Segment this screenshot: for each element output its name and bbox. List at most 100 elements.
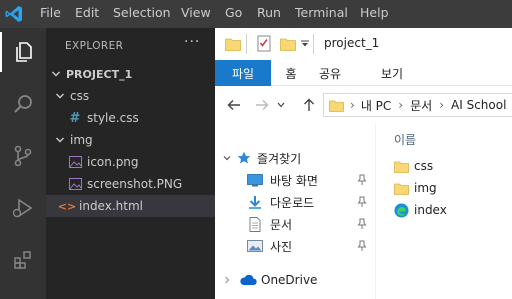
titlebar-divider xyxy=(313,34,314,54)
source-control-icon xyxy=(14,145,32,167)
pin-icon[interactable] xyxy=(356,218,368,230)
menu-view[interactable]: View xyxy=(181,5,211,20)
more-actions-button[interactable]: ··· xyxy=(184,34,200,50)
edge-browser-icon xyxy=(394,203,409,217)
vscode-menubar: File Edit Selection View Go Run Terminal… xyxy=(0,0,512,28)
desktop-icon xyxy=(247,173,263,186)
back-arrow-icon[interactable] xyxy=(227,99,241,111)
project-root[interactable]: PROJECT_1 xyxy=(46,63,215,85)
breadcrumb-chevron-icon: › xyxy=(439,98,445,112)
tree-item-label: css xyxy=(70,89,90,103)
extensions-icon xyxy=(14,251,31,269)
file-row-img[interactable]: img xyxy=(394,177,437,199)
vscode-logo-icon xyxy=(5,6,22,22)
folder-icon xyxy=(225,38,241,51)
tab-home[interactable]: 홈 xyxy=(277,60,305,86)
tab-share[interactable]: 공유 xyxy=(313,60,347,86)
activity-run-debug[interactable] xyxy=(0,188,46,228)
tree-item-label: screenshot.PNG xyxy=(87,177,183,191)
file-row-css[interactable]: css xyxy=(394,155,433,177)
tree-item-index-html[interactable]: <> index.html xyxy=(46,195,215,217)
nav-label: 바탕 화면 xyxy=(270,173,318,188)
image-file-icon xyxy=(68,177,82,191)
nav-label: 즐겨찾기 xyxy=(257,151,302,166)
file-name: css xyxy=(414,159,434,173)
cloud-icon xyxy=(240,274,257,285)
pin-icon[interactable] xyxy=(356,174,368,186)
tree-item-label: index.html xyxy=(79,199,143,213)
quick-access-dropdown-icon[interactable] xyxy=(301,40,309,48)
image-file-icon xyxy=(68,155,82,169)
nav-documents[interactable]: 문서 xyxy=(247,213,292,235)
forward-arrow-icon[interactable] xyxy=(255,99,269,111)
breadcrumb-chevron-icon: › xyxy=(350,98,355,112)
project-name: PROJECT_1 xyxy=(66,67,133,81)
column-header-name[interactable]: 이름 xyxy=(394,131,416,148)
breadcrumb-item[interactable]: 문서 xyxy=(410,97,432,114)
document-icon xyxy=(249,216,261,232)
tree-item-css[interactable]: css xyxy=(46,85,215,107)
windows-file-explorer: project_1 파일 홈 공유 보기 › 내 PC › 문서 › AI Sc… xyxy=(215,28,512,299)
folder-icon xyxy=(329,100,344,112)
activity-search[interactable] xyxy=(0,84,46,124)
html-file-icon: <> xyxy=(57,199,77,213)
activity-extensions[interactable] xyxy=(0,240,46,280)
up-arrow-icon[interactable] xyxy=(303,98,315,112)
menu-selection[interactable]: Selection xyxy=(113,5,171,20)
css-file-icon: # xyxy=(69,110,81,126)
nav-pictures[interactable]: 사진 xyxy=(247,235,292,257)
breadcrumb-chevron-icon: › xyxy=(398,98,404,112)
files-icon xyxy=(16,42,32,62)
explorer-title: EXPLORER xyxy=(65,40,124,52)
nav-desktop[interactable]: 바탕 화면 xyxy=(247,169,318,191)
properties-icon[interactable] xyxy=(257,35,271,52)
tree-item-label: icon.png xyxy=(87,155,139,169)
menu-help[interactable]: Help xyxy=(360,5,389,20)
titlebar-divider xyxy=(246,34,247,54)
file-name: img xyxy=(414,181,437,195)
folder-icon xyxy=(394,161,409,173)
menu-go[interactable]: Go xyxy=(225,5,242,20)
tree-item-label: img xyxy=(70,133,93,147)
navigation-pane: 즐겨찾기 바탕 화면 다운로드 문서 사진 OneDrive xyxy=(215,123,375,299)
chevron-right-icon xyxy=(225,276,230,284)
file-row-index[interactable]: index xyxy=(394,199,447,221)
address-bar[interactable]: › 내 PC › 문서 › AI School xyxy=(323,93,512,117)
window-title: project_1 xyxy=(324,36,380,50)
activity-source-control[interactable] xyxy=(0,136,46,176)
tab-file[interactable]: 파일 xyxy=(215,60,271,86)
breadcrumb-item[interactable]: 내 PC xyxy=(361,97,391,114)
menu-edit[interactable]: Edit xyxy=(75,5,99,20)
activity-bar xyxy=(0,28,46,299)
pin-icon[interactable] xyxy=(356,196,368,208)
tree-item-style-css[interactable]: # style.css xyxy=(46,107,215,129)
tree-item-icon-png[interactable]: icon.png xyxy=(46,151,215,173)
nav-downloads[interactable]: 다운로드 xyxy=(247,191,314,213)
activity-explorer[interactable] xyxy=(0,32,46,72)
tree-item-label: style.css xyxy=(87,111,139,125)
pin-icon[interactable] xyxy=(356,240,368,252)
address-row: › 내 PC › 문서 › AI School xyxy=(215,87,512,123)
ribbon-tabs: 파일 홈 공유 보기 xyxy=(215,60,512,86)
tree-item-screenshot-png[interactable]: screenshot.PNG xyxy=(46,173,215,195)
pictures-icon xyxy=(247,240,263,252)
breadcrumb-item[interactable]: AI School xyxy=(451,98,506,112)
menu-file[interactable]: File xyxy=(40,5,61,20)
explorer-sidebar: EXPLORER ··· PROJECT_1 css # style.css i… xyxy=(46,28,215,299)
menu-run[interactable]: Run xyxy=(257,5,281,20)
tree-item-img[interactable]: img xyxy=(46,129,215,151)
nav-onedrive[interactable]: OneDrive xyxy=(223,269,317,291)
folder-icon xyxy=(394,183,409,195)
recent-locations-icon[interactable] xyxy=(277,102,285,108)
nav-quick-access[interactable]: 즐겨찾기 xyxy=(223,147,301,169)
nav-label: 다운로드 xyxy=(270,195,315,210)
nav-label: 사진 xyxy=(270,239,293,254)
new-folder-icon[interactable] xyxy=(280,37,296,51)
menu-terminal[interactable]: Terminal xyxy=(295,5,348,20)
chevron-down-icon xyxy=(50,68,62,80)
explorer-titlebar: project_1 xyxy=(215,28,512,60)
nav-label: 문서 xyxy=(270,217,293,232)
tab-view[interactable]: 보기 xyxy=(375,60,409,86)
file-list: 이름 css img index xyxy=(375,123,512,299)
chevron-down-icon xyxy=(54,134,66,146)
